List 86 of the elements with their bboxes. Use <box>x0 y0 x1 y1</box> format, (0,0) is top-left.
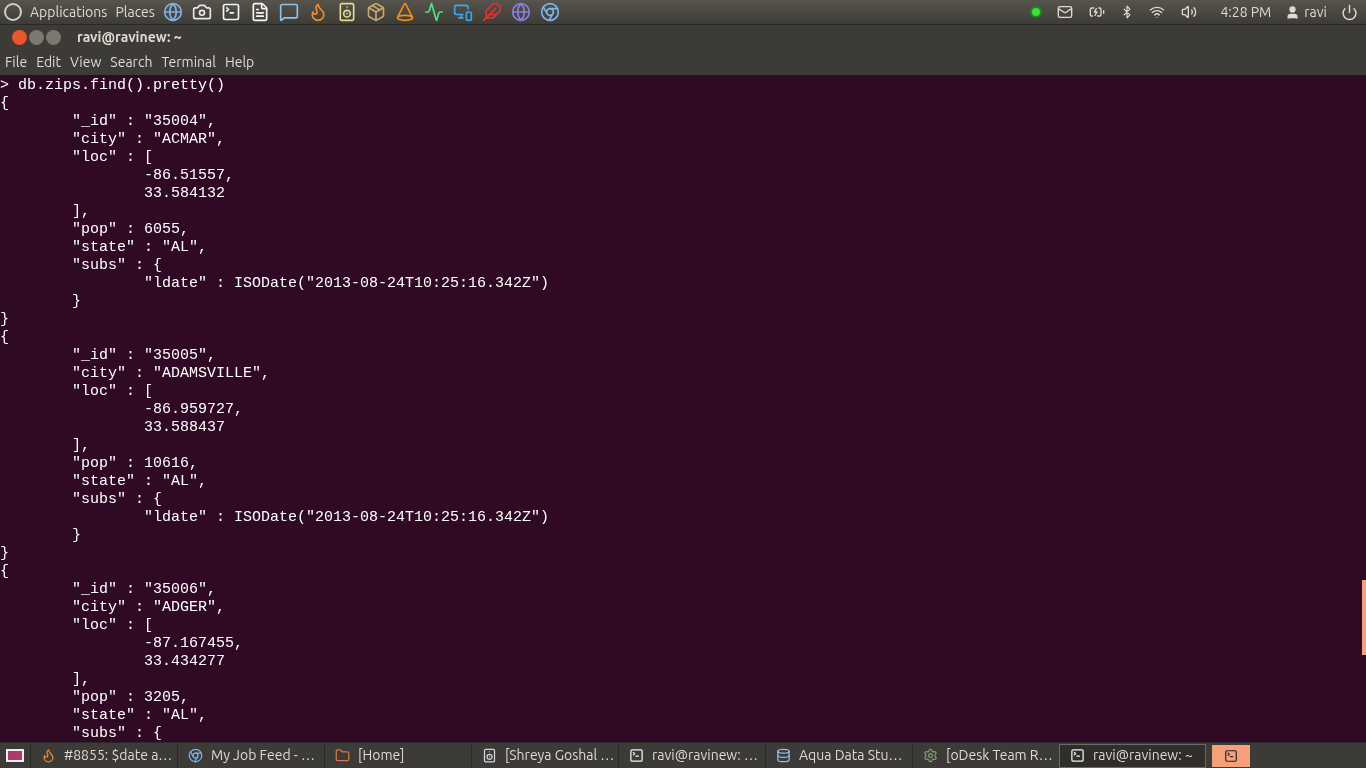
package-icon[interactable] <box>365 2 386 22</box>
power-icon[interactable] <box>1341 3 1358 21</box>
database-icon <box>776 748 791 763</box>
taskbar-button[interactable]: ravi@ravinew: … <box>618 743 765 768</box>
maximize-button[interactable] <box>46 30 61 45</box>
terminal-line: "state" : "AL", <box>71 239 208 257</box>
taskbar-button[interactable]: #8855: $date a… <box>30 743 177 768</box>
browser-icon[interactable] <box>539 2 560 22</box>
terminal-line: "state" : "AL", <box>71 473 208 491</box>
menu-item[interactable]: Search <box>110 52 153 73</box>
menu-item[interactable]: File <box>5 52 28 73</box>
terminal-line: > db.zips.find().pretty() <box>0 77 226 95</box>
show-desktop-icon[interactable] <box>6 749 24 762</box>
taskbar-button[interactable]: [Shreya Goshal … <box>471 743 618 768</box>
globe-icon[interactable] <box>510 2 531 22</box>
terminal-line: 33.434277 <box>143 653 226 671</box>
panel-menu[interactable]: Applications <box>30 1 108 23</box>
user-name[interactable]: ravi <box>1304 1 1327 23</box>
volume-icon[interactable] <box>1180 4 1199 20</box>
activity-monitor-icon[interactable] <box>423 2 444 22</box>
terminal-line: { <box>0 95 9 113</box>
battery-icon[interactable] <box>1088 4 1107 20</box>
terminal-line: "_id" : "35005", <box>71 347 217 365</box>
clock[interactable]: 4:28 PM <box>1220 1 1272 23</box>
speaker-icon <box>482 748 497 763</box>
terminal-line: "city" : "ACMAR", <box>71 131 226 149</box>
terminal-icon[interactable] <box>220 2 241 22</box>
traffic-cone-icon[interactable] <box>394 2 415 22</box>
terminal-line: } <box>71 293 81 311</box>
terminal-line: "pop" : 10616, <box>71 455 199 473</box>
terminal-line: "loc" : [ <box>71 617 154 635</box>
globe-icon[interactable] <box>162 2 183 22</box>
terminal-line: "subs" : { <box>71 257 163 275</box>
terminal-line: "city" : "ADGER", <box>71 599 226 617</box>
panel-menu[interactable]: Places <box>115 1 155 23</box>
terminal-line: -86.959727, <box>143 401 244 419</box>
terminal-icon <box>1070 748 1085 763</box>
chat-icon[interactable] <box>278 2 299 22</box>
terminal-line: -86.51557, <box>143 167 235 185</box>
terminal-line: ], <box>71 671 90 689</box>
camera-icon[interactable] <box>191 2 212 22</box>
minimize-button[interactable] <box>29 30 44 45</box>
terminal-line: { <box>0 329 9 347</box>
terminal-line: "loc" : [ <box>71 383 154 401</box>
terminal-line: "pop" : 6055, <box>71 221 190 239</box>
menu-item[interactable]: View <box>70 52 102 73</box>
terminal-line: ], <box>71 203 90 221</box>
taskbar-button[interactable]: My Job Feed - … <box>177 743 324 768</box>
terminal-line: 33.588437 <box>143 419 226 437</box>
terminal-line: ], <box>71 437 90 455</box>
terminal-icon <box>629 748 644 763</box>
taskbar-button[interactable]: ravi@ravinew: ~ <box>1059 743 1206 768</box>
menu-item[interactable]: Terminal <box>161 52 216 73</box>
terminal-line: 33.584132 <box>143 185 226 203</box>
user-icon[interactable] <box>1285 4 1301 20</box>
terminal-line: "ldate" : ISODate("2013-08-24T10:25:16.342Z") <box>143 275 550 293</box>
terminal-line: "pop" : 3205, <box>71 689 190 707</box>
taskbar-button[interactable]: Aqua Data Stu… <box>765 743 912 768</box>
remote-screen-icon[interactable] <box>452 2 473 22</box>
gear-icon <box>923 748 938 763</box>
browser-icon <box>188 748 203 763</box>
menu-item[interactable]: Edit <box>36 52 61 73</box>
terminal-line: "loc" : [ <box>71 149 154 167</box>
terminal-line: } <box>0 311 9 329</box>
terminal-line: "subs" : { <box>71 725 163 742</box>
terminal-line: "ldate" : ISODate("2013-08-24T10:25:16.342Z") <box>143 509 550 527</box>
wifi-icon[interactable] <box>1148 4 1167 20</box>
window-title: ravi@ravinew: ~ <box>77 28 182 47</box>
scrollbar-thumb[interactable] <box>1362 580 1366 655</box>
folder-icon <box>335 748 350 763</box>
terminal-line: "subs" : { <box>71 491 163 509</box>
terminal-line: { <box>0 563 9 581</box>
workspace-switcher[interactable] <box>1212 744 1250 767</box>
close-button[interactable] <box>12 30 27 45</box>
terminal-icon <box>1224 748 1238 763</box>
terminal-line: "_id" : "35004", <box>71 113 217 131</box>
terminal-line: -87.167455, <box>143 635 244 653</box>
terminal-line: } <box>0 545 9 563</box>
taskbar-button[interactable]: [Home] <box>324 743 471 768</box>
mail-icon[interactable] <box>1056 4 1075 20</box>
flame-icon <box>41 748 56 763</box>
menu-item[interactable]: Help <box>224 52 255 73</box>
terminal-line: } <box>71 527 81 545</box>
terminal-line: "_id" : "35006", <box>71 581 217 599</box>
terminal-line: "city" : "ADAMSVILLE", <box>71 365 271 383</box>
terminal-line: "state" : "AL", <box>71 707 208 725</box>
